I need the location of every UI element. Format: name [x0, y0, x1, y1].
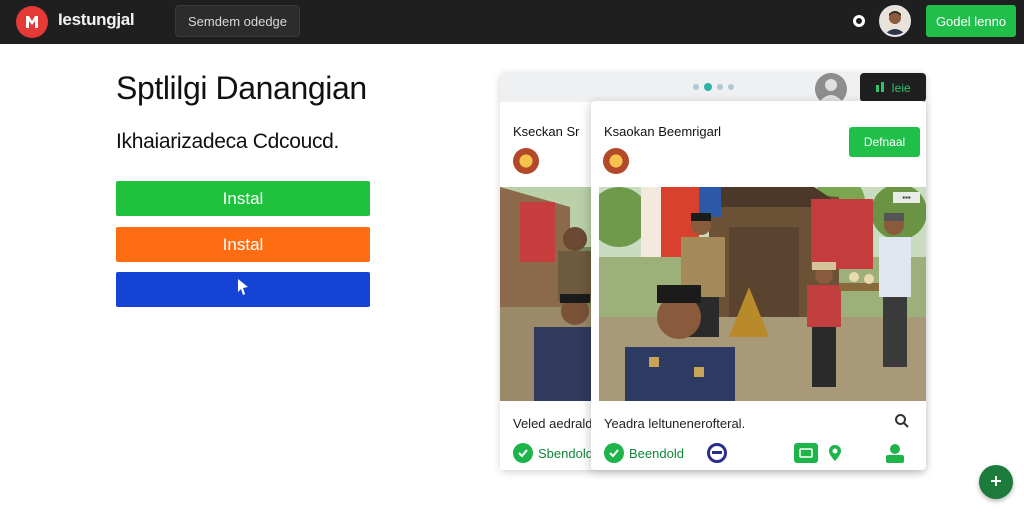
- card-front-caption: Yeadra leltunenerofteral.: [604, 416, 746, 431]
- carousel-dots[interactable]: [693, 83, 734, 91]
- card-front-photo[interactable]: [599, 187, 926, 401]
- chip-label: Beendold: [629, 445, 684, 461]
- card-front-author: Ksaokan Beemrigarl: [604, 124, 722, 139]
- install-button-secondary[interactable]: Instal: [116, 227, 370, 262]
- carousel-dot[interactable]: [717, 84, 723, 90]
- plus-icon: [990, 475, 1002, 490]
- carousel-dot[interactable]: [728, 84, 734, 90]
- tag-label: Ieie: [891, 80, 911, 95]
- carousel-dot[interactable]: [693, 84, 699, 90]
- globe-icon[interactable]: [707, 443, 727, 463]
- check-icon: [513, 443, 533, 463]
- location-pin-icon[interactable]: [828, 444, 842, 467]
- card-back-author: Kseckan Sr: [513, 124, 580, 139]
- install-button-primary[interactable]: Instal: [116, 181, 370, 216]
- card-back-chip[interactable]: Sbendold: [513, 443, 593, 463]
- gear-icon[interactable]: [850, 12, 868, 30]
- brand-logo-icon[interactable]: [16, 6, 48, 38]
- cursor-button[interactable]: [116, 272, 370, 307]
- user-icon[interactable]: [884, 442, 906, 469]
- avatar[interactable]: [879, 5, 911, 37]
- photo-tag: ▪▪▪: [893, 192, 920, 203]
- carousel-dot-active[interactable]: [704, 83, 712, 91]
- header-cta-button[interactable]: Godel lenno: [926, 5, 1016, 37]
- top-bar: [0, 0, 1024, 44]
- page-subtitle: Ikhaiarizadeca Cdcoucd.: [116, 130, 340, 153]
- tag-icon: [875, 81, 885, 95]
- card-tag[interactable]: Ieie: [860, 73, 926, 102]
- search-input[interactable]: [175, 5, 300, 37]
- card-back-caption: Veled aedrald: [513, 416, 591, 431]
- card-front-chip[interactable]: Beendold: [604, 443, 684, 463]
- follow-button[interactable]: Defnaal: [849, 127, 920, 157]
- author-badge-icon: [513, 148, 539, 174]
- chip-label: Sbendold: [538, 445, 593, 461]
- search-icon[interactable]: [894, 413, 910, 434]
- page-title: Sptlilgi Danangian: [116, 70, 367, 106]
- check-icon: [604, 443, 624, 463]
- card-back-photo[interactable]: [500, 187, 592, 401]
- cursor-icon: [236, 278, 250, 301]
- media-icon[interactable]: [794, 443, 818, 463]
- floating-action-button[interactable]: [979, 465, 1013, 499]
- app-title: Iestungjal: [58, 10, 135, 29]
- author-badge-icon: [603, 148, 629, 174]
